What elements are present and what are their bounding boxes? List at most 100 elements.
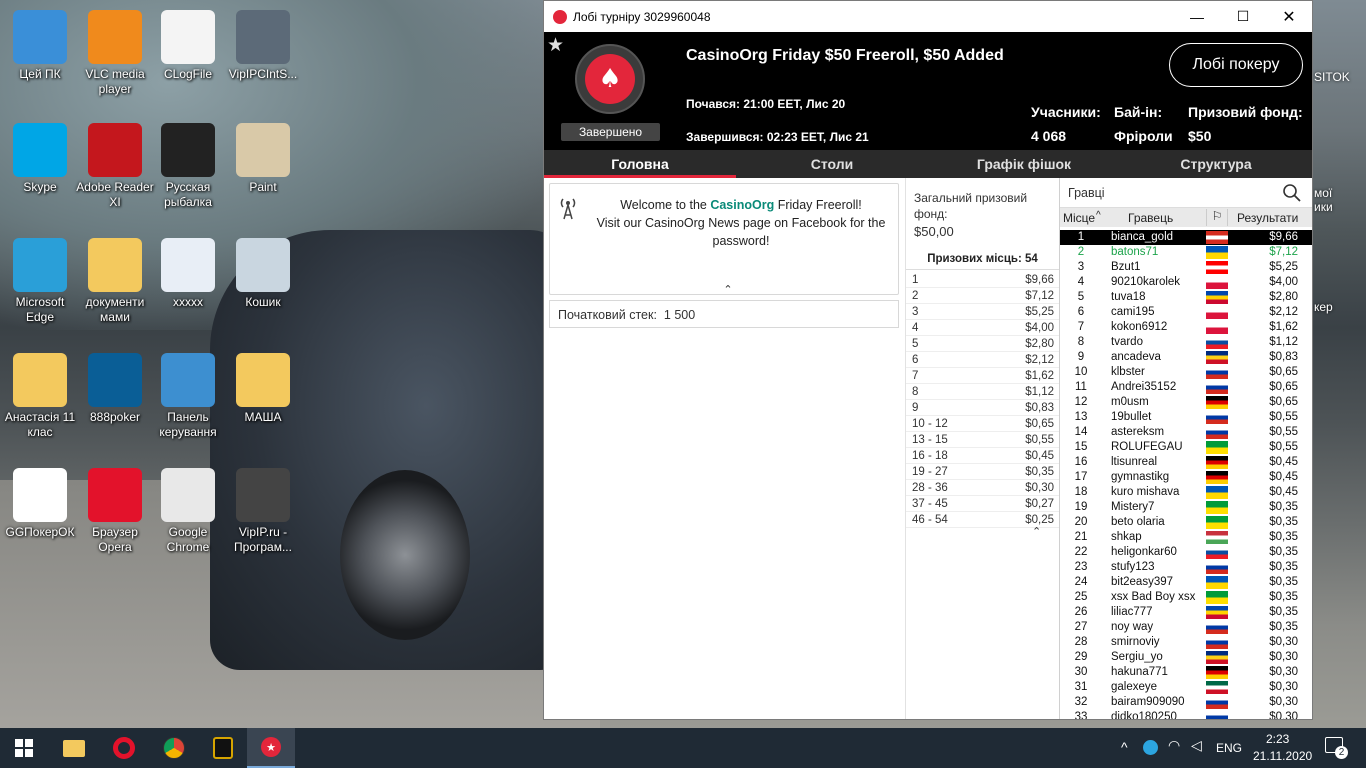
desktop-icon-skype[interactable]: Skype xyxy=(0,123,80,195)
player-row[interactable]: 19 Mistery7 $0,35 xyxy=(1060,500,1312,515)
taskbar-opera[interactable] xyxy=(100,728,148,768)
tab-chip-graph[interactable]: Графік фішок xyxy=(928,150,1120,178)
desktop-icon-folder[interactable]: документи мами xyxy=(75,238,155,325)
language-indicator[interactable]: ENG xyxy=(1216,741,1242,755)
desktop-icon-vlc[interactable]: VLC media player xyxy=(75,10,155,97)
player-result: $0,30 xyxy=(1269,666,1298,678)
tab-tables[interactable]: Столи xyxy=(736,150,928,178)
player-row[interactable]: 6 cami195 $2,12 xyxy=(1060,305,1312,320)
maximize-button[interactable]: ☐ xyxy=(1220,8,1266,25)
player-row[interactable]: 21 shkap $0,35 xyxy=(1060,530,1312,545)
player-name: bairam909090 xyxy=(1111,696,1185,708)
column-results[interactable]: Результати xyxy=(1237,211,1298,225)
desktop-icon-word-doc[interactable]: xxxxx xyxy=(148,238,228,310)
player-place: 11 xyxy=(1075,381,1087,393)
minimize-button[interactable]: — xyxy=(1174,9,1220,25)
player-row[interactable]: 26 liliac777 $0,35 xyxy=(1060,605,1312,620)
player-row[interactable]: 32 bairam909090 $0,30 xyxy=(1060,695,1312,710)
casinoorg-link[interactable]: CasinoOrg xyxy=(710,198,774,212)
collapse-button[interactable]: ⌃ xyxy=(720,284,736,296)
player-row[interactable]: 23 stufy123 $0,35 xyxy=(1060,560,1312,575)
desktop-icon-vipip[interactable]: VipIP.ru - Програм... xyxy=(223,468,303,555)
desktop-icon-control-panel[interactable]: Панель керування xyxy=(148,353,228,440)
desktop-icon-folder[interactable]: Анастасія 11 клас xyxy=(0,353,80,440)
player-row[interactable]: 33 didko180250 $0,30 xyxy=(1060,710,1312,719)
country-flag-icon xyxy=(1206,381,1228,394)
taskbar-chrome[interactable] xyxy=(150,728,198,768)
player-row[interactable]: 20 beto olaria $0,35 xyxy=(1060,515,1312,530)
player-row[interactable]: 29 Sergiu_yo $0,30 xyxy=(1060,650,1312,665)
player-row[interactable]: 13 19bullet $0,55 xyxy=(1060,410,1312,425)
desktop-icon-label: Adobe Reader XI xyxy=(76,180,154,209)
player-row[interactable]: 4 90210karolek $4,00 xyxy=(1060,275,1312,290)
desktop-icon-computer[interactable]: Цей ПК xyxy=(0,10,80,82)
desktop-icon-edge[interactable]: Microsoft Edge xyxy=(0,238,80,325)
player-row[interactable]: 12 m0usm $0,65 xyxy=(1060,395,1312,410)
favorite-star-icon[interactable]: ★ xyxy=(547,34,564,56)
player-name: m0usm xyxy=(1111,396,1149,408)
desktop-icon-adobe-reader[interactable]: Adobe Reader XI xyxy=(75,123,155,210)
player-row[interactable]: 30 hakuna771 $0,30 xyxy=(1060,665,1312,680)
tab-structure[interactable]: Структура xyxy=(1120,150,1312,178)
telegram-icon[interactable] xyxy=(1143,740,1158,755)
country-flag-icon xyxy=(1206,321,1228,334)
start-button[interactable] xyxy=(0,728,48,768)
player-place: 29 xyxy=(1074,651,1088,663)
player-row[interactable]: 10 klbster $0,65 xyxy=(1060,365,1312,380)
player-row[interactable]: 9 ancadeva $0,83 xyxy=(1060,350,1312,365)
tab-main[interactable]: Головна xyxy=(544,150,736,178)
player-row[interactable]: 7 kokon6912 $1,62 xyxy=(1060,320,1312,335)
sort-arrow-icon[interactable]: ^ xyxy=(1096,210,1101,221)
desktop-icon-folder[interactable]: МАША xyxy=(223,353,303,425)
player-row[interactable]: 17 gymnastikg $0,45 xyxy=(1060,470,1312,485)
player-row[interactable]: 5 tuva18 $2,80 xyxy=(1060,290,1312,305)
desktop-icon-rf3[interactable]: Русская рыбалка xyxy=(148,123,228,210)
desktop-icon-installer[interactable]: VipIPCIntS... xyxy=(223,10,303,82)
player-search-input[interactable]: Гравці xyxy=(1068,186,1105,200)
player-row[interactable]: 14 astereksm $0,55 xyxy=(1060,425,1312,440)
taskbar-pokerstars[interactable]: ★ xyxy=(247,728,295,768)
player-row[interactable]: 25 xsx Bad Boy xsx $0,35 xyxy=(1060,590,1312,605)
desktop-icon-ggpokerok[interactable]: GGПокерОК xyxy=(0,468,80,540)
wifi-icon[interactable]: ◠ xyxy=(1168,738,1180,754)
taskbar-app[interactable] xyxy=(199,728,247,768)
desktop-partial-labels: SITOK мої ики кер xyxy=(1314,70,1350,314)
volume-icon[interactable]: ◁ xyxy=(1191,738,1202,754)
desktop-icon-document[interactable]: CLogFile xyxy=(148,10,228,82)
player-row[interactable]: 15 ROLUFEGAU $0,55 xyxy=(1060,440,1312,455)
column-player[interactable]: Гравець xyxy=(1128,211,1173,225)
player-place: 18 xyxy=(1074,486,1088,498)
desktop-icon-paint[interactable]: Paint xyxy=(223,123,303,195)
player-row[interactable]: 2 batons71 $7,12 xyxy=(1060,245,1312,260)
player-row[interactable]: 24 bit2easy397 $0,35 xyxy=(1060,575,1312,590)
player-search[interactable]: Гравці xyxy=(1060,178,1312,208)
country-flag-icon xyxy=(1206,531,1228,544)
player-row[interactable]: 3 Bzut1 $5,25 xyxy=(1060,260,1312,275)
close-button[interactable]: ✕ xyxy=(1266,7,1312,27)
taskbar-file-explorer[interactable] xyxy=(50,728,98,768)
player-row[interactable]: 11 Andrei35152 $0,65 xyxy=(1060,380,1312,395)
player-row[interactable]: 27 noy way $0,35 xyxy=(1060,620,1312,635)
column-place[interactable]: Місце xyxy=(1063,211,1095,225)
desktop-icon-opera[interactable]: Браузер Opera xyxy=(75,468,155,555)
player-row[interactable]: 18 kuro mishava $0,45 xyxy=(1060,485,1312,500)
player-row[interactable]: 16 ltisunreal $0,45 xyxy=(1060,455,1312,470)
clock-date[interactable]: 21.11.2020 xyxy=(1253,749,1312,763)
clock-time[interactable]: 2:23 xyxy=(1266,732,1289,746)
player-row[interactable]: 1 bianca_gold $9,66 xyxy=(1060,230,1312,245)
poker-lobby-button[interactable]: Лобі покеру xyxy=(1169,43,1303,87)
tray-chevron-icon[interactable]: ^ xyxy=(1121,739,1128,755)
desktop-icon-888poker[interactable]: 888poker xyxy=(75,353,155,425)
prize-collapse-button[interactable]: ⌃ xyxy=(1032,525,1041,538)
player-row[interactable]: 28 smirnoviy $0,30 xyxy=(1060,635,1312,650)
desktop-icon-chrome[interactable]: Google Chrome xyxy=(148,468,228,555)
search-icon[interactable] xyxy=(1282,183,1302,203)
title-bar[interactable]: Лобі турніру 3029960048 — ☐ ✕ xyxy=(544,1,1312,32)
player-row[interactable]: 22 heligonkar60 $0,35 xyxy=(1060,545,1312,560)
player-result: $9,66 xyxy=(1269,231,1298,243)
country-flag-icon xyxy=(1206,501,1228,514)
player-row[interactable]: 31 galexeye $0,30 xyxy=(1060,680,1312,695)
flag-column-icon[interactable]: ⚐ xyxy=(1206,209,1228,226)
player-row[interactable]: 8 tvardo $1,12 xyxy=(1060,335,1312,350)
desktop-icon-recycle-bin[interactable]: Кошик xyxy=(223,238,303,310)
